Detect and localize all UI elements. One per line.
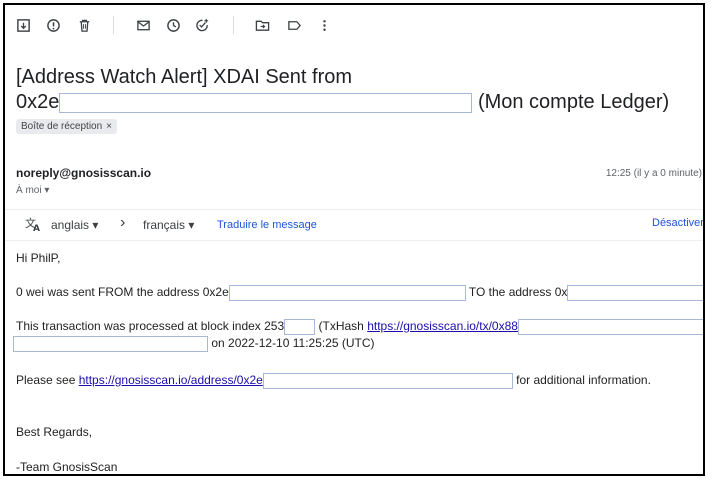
translate-bar: 文A anglais ▾ › français ▾ Traduire le me…	[5, 209, 703, 241]
see-text-end: for additional information.	[516, 373, 651, 388]
move-to-icon[interactable]	[254, 17, 270, 33]
redacted-tx-hash	[13, 336, 208, 352]
redacted-block-index	[284, 319, 316, 335]
email-view: [Address Watch Alert] XDAI Sent from 0x2…	[3, 3, 705, 476]
recipient-details-toggle[interactable]: À moi ▾	[16, 185, 49, 196]
processed-line: This transaction was processed at block …	[16, 319, 703, 335]
tx-link[interactable]: https://gnosisscan.io/tx/0x88	[367, 319, 518, 333]
disable-translation-link[interactable]: Désactiver	[652, 217, 703, 229]
archive-icon[interactable]	[15, 17, 31, 33]
see-line: Please see https://gnosisscan.io/address…	[16, 373, 651, 389]
inbox-label-chip[interactable]: Boîte de réception ×	[16, 119, 118, 134]
block-index-text: This transaction was processed at block …	[16, 319, 285, 334]
toolbar-separator	[233, 16, 234, 34]
subject-address-prefix: 0x2e	[16, 91, 60, 113]
greeting: Hi PhilP,	[16, 251, 61, 265]
source-language-select[interactable]: anglais ▾	[51, 218, 98, 232]
best-regards: Best Regards,	[16, 425, 93, 439]
subject-line1: [Address Watch Alert] XDAI Sent from	[16, 66, 353, 88]
processed-line-2: on 2022-12-10 11:25:25 (UTC)	[13, 336, 375, 352]
received-time: 12:25 (il y a 0 minute)	[605, 168, 702, 179]
subject-line2: 0x2e (Mon compte Ledger)	[16, 90, 696, 115]
sent-text-to: TO the address 0x	[468, 285, 568, 300]
report-spam-icon[interactable]	[45, 17, 61, 33]
redacted-tx-hash	[517, 319, 703, 335]
redacted-address	[567, 285, 703, 301]
sent-text-from: 0 wei was sent FROM the address 0x2e	[16, 285, 229, 300]
target-language-select[interactable]: français ▾	[143, 218, 194, 232]
sent-line: 0 wei was sent FROM the address 0x2e TO …	[16, 285, 703, 301]
translate-icon: 文A	[25, 216, 41, 235]
snooze-icon[interactable]	[165, 17, 181, 33]
add-task-icon[interactable]	[194, 17, 210, 33]
processed-date: on 2022-12-10 11:25:25 (UTC)	[211, 336, 375, 351]
remove-label-icon[interactable]: ×	[106, 121, 112, 132]
sender-email: noreply@gnosisscan.io	[16, 166, 152, 180]
team-signature: -Team GnosisScan	[16, 460, 118, 474]
email-subject: [Address Watch Alert] XDAI Sent from 0x2…	[16, 65, 696, 115]
subject-account-name: (Mon compte Ledger)	[477, 91, 670, 113]
more-options-icon[interactable]	[316, 17, 332, 33]
label-text: Boîte de réception	[21, 121, 103, 132]
address-link[interactable]: https://gnosisscan.io/address/0x2e	[79, 373, 263, 387]
mark-unread-icon[interactable]	[135, 17, 151, 33]
translate-message-link[interactable]: Traduire le message	[217, 219, 317, 231]
toolbar	[5, 5, 703, 45]
redacted-address	[228, 285, 466, 301]
see-text: Please see	[16, 373, 79, 388]
translate-arrow: ›	[120, 214, 126, 231]
toolbar-separator	[113, 16, 114, 34]
svg-text:A: A	[33, 224, 40, 232]
txhash-label: (TxHash	[318, 319, 368, 334]
label-icon[interactable]	[286, 17, 302, 33]
delete-icon[interactable]	[76, 17, 92, 33]
redacted-address	[59, 92, 473, 113]
redacted-address	[262, 373, 513, 389]
